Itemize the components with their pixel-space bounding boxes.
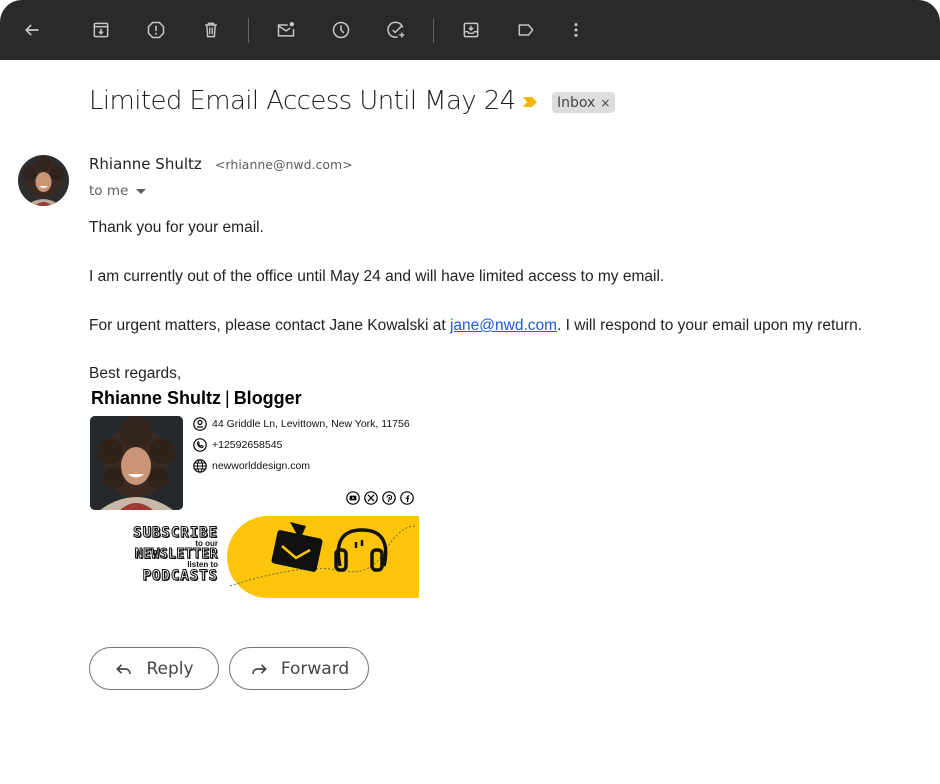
mark-unread-button[interactable] xyxy=(271,15,301,45)
address-text: 44 Griddle Ln, Levittown, New York, 1175… xyxy=(212,418,410,430)
archive-button[interactable] xyxy=(86,15,116,45)
signature-website: newworlddesign.com xyxy=(193,459,310,473)
phone-icon xyxy=(193,438,207,452)
signature-address: 44 Griddle Ln, Levittown, New York, 1175… xyxy=(193,417,410,431)
signature-phone: +12592658545 xyxy=(193,438,282,452)
banner-subscribe: SUBSCRIBE xyxy=(133,525,218,541)
pinterest-icon[interactable] xyxy=(382,491,396,505)
back-button[interactable] xyxy=(17,15,47,45)
facebook-icon[interactable] xyxy=(400,491,414,505)
arrow-left-icon xyxy=(24,24,39,36)
report-icon xyxy=(147,21,165,39)
newsletter-podcast-banner[interactable]: SUBSCRIBE to our NEWSLETTER listen to PO… xyxy=(90,516,419,598)
body-line: Thank you for your email. xyxy=(89,219,264,236)
avatar-photo xyxy=(18,155,69,206)
contact-email-link[interactable]: jane@nwd.com xyxy=(450,317,557,334)
toolbar xyxy=(0,0,940,60)
signature-photo-image xyxy=(90,416,183,510)
reply-icon xyxy=(116,663,132,674)
sender-email: <rhianne@nwd.com> xyxy=(215,157,353,172)
location-icon xyxy=(193,417,207,431)
forward-button[interactable]: Forward xyxy=(229,647,369,690)
sender-avatar[interactable] xyxy=(18,155,69,206)
body-line: For urgent matters, please contact Jane … xyxy=(89,317,862,335)
email-subject: Limited Email Access Until May 24 xyxy=(89,86,516,116)
x-icon[interactable] xyxy=(364,491,378,505)
youtube-icon[interactable] xyxy=(346,491,360,505)
remove-label-button[interactable]: × xyxy=(600,96,610,110)
move-to-inbox-icon xyxy=(463,22,479,38)
clock-icon xyxy=(332,21,350,39)
website-link[interactable]: newworlddesign.com xyxy=(212,460,310,472)
banner-text: SUBSCRIBE to our NEWSLETTER listen to PO… xyxy=(110,525,218,584)
mark-unread-icon xyxy=(277,22,295,37)
toolbar-divider xyxy=(433,18,434,43)
more-vert-icon xyxy=(574,23,578,37)
recipient-details-toggle[interactable]: to me xyxy=(89,183,147,199)
labels-button[interactable] xyxy=(511,15,541,45)
reply-button[interactable]: Reply xyxy=(89,647,219,690)
recipient-text: to me xyxy=(89,183,129,199)
body-text: . I will respond to your email upon my r… xyxy=(557,317,863,334)
phone-text: +12592658545 xyxy=(212,439,283,451)
label-chip-text: Inbox xyxy=(557,94,596,111)
label-chip-inbox: Inbox × xyxy=(552,92,616,113)
caret-down-icon xyxy=(136,188,147,194)
archive-icon xyxy=(93,22,109,38)
sender-name: Rhianne Shultz xyxy=(89,155,202,173)
trash-icon xyxy=(205,22,217,38)
body-line: I am currently out of the office until M… xyxy=(89,268,665,285)
signature-title: Blogger xyxy=(233,388,302,408)
body-text: For urgent matters, please contact Jane … xyxy=(89,317,450,334)
add-to-tasks-button[interactable] xyxy=(381,15,411,45)
add-task-icon xyxy=(387,21,405,38)
reply-label: Reply xyxy=(146,658,194,679)
snooze-button[interactable] xyxy=(326,15,356,45)
toolbar-divider xyxy=(248,18,249,43)
label-icon xyxy=(518,24,534,36)
more-button[interactable] xyxy=(561,15,591,45)
forward-label: Forward xyxy=(280,658,350,679)
report-spam-button[interactable] xyxy=(141,15,171,45)
forward-icon xyxy=(252,663,267,674)
globe-icon xyxy=(193,459,207,473)
signature-separator: | xyxy=(225,388,230,408)
banner-podcasts: PODCASTS xyxy=(142,568,218,584)
importance-marker-icon[interactable] xyxy=(522,96,538,108)
signature-person: Rhianne Shultz xyxy=(91,388,221,408)
move-to-button[interactable] xyxy=(456,15,486,45)
signature-photo xyxy=(90,416,183,510)
delete-button[interactable] xyxy=(196,15,226,45)
signature-name: Rhianne Shultz | Blogger xyxy=(91,388,302,409)
closing: Best regards, xyxy=(89,365,182,382)
